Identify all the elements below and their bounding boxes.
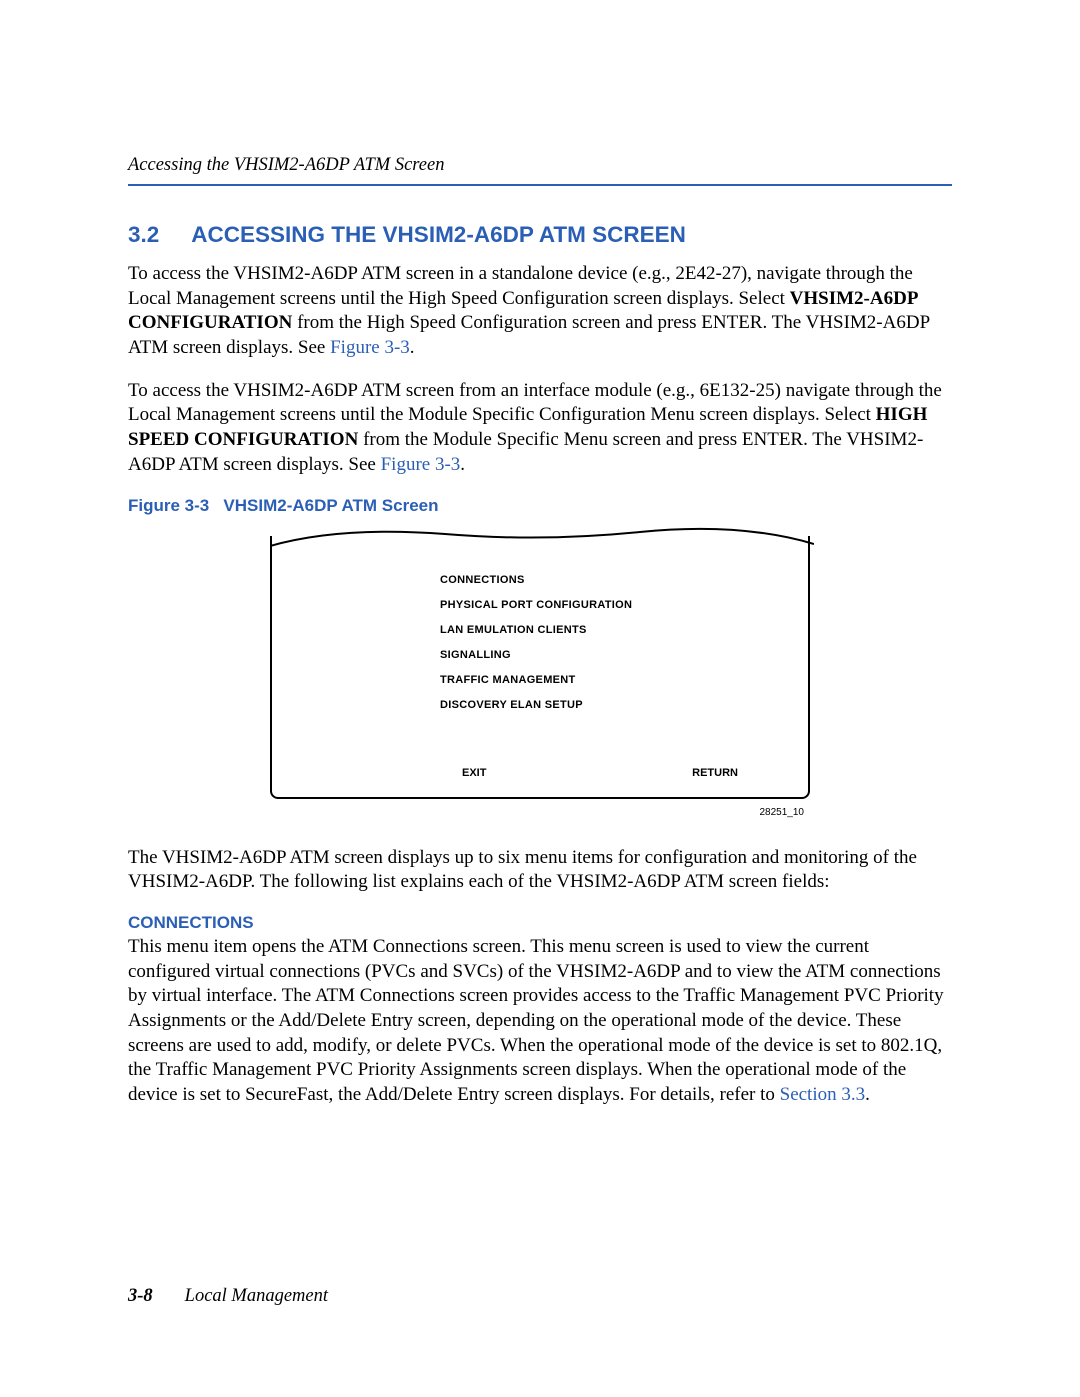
paragraph-2: To access the VHSIM2-A6DP ATM screen fro… <box>128 379 952 478</box>
figure-caption: Figure 3-3 VHSIM2-A6DP ATM Screen <box>128 496 952 516</box>
paragraph-2-part-c: . <box>460 454 465 475</box>
screen-return-label: RETURN <box>692 767 738 779</box>
screen-bottom-row: EXIT RETURN <box>272 767 808 779</box>
menu-item-lan-emulation: LAN EMULATION CLIENTS <box>440 624 808 636</box>
screen-menu: CONNECTIONS PHYSICAL PORT CONFIGURATION … <box>272 574 808 711</box>
screen-exit-label: EXIT <box>462 767 486 779</box>
menu-item-signalling: SIGNALLING <box>440 649 808 661</box>
section-title: ACCESSING THE VHSIM2-A6DP ATM SCREEN <box>191 222 686 247</box>
paragraph-2-part-a: To access the VHSIM2-A6DP ATM screen fro… <box>128 380 942 426</box>
connections-body-b: . <box>865 1084 870 1105</box>
connections-body-a: This menu item opens the ATM Connections… <box>128 936 944 1105</box>
figure-id: 28251_10 <box>270 807 810 818</box>
screen-top-edge-icon <box>270 522 814 550</box>
screen-box: CONNECTIONS PHYSICAL PORT CONFIGURATION … <box>270 536 810 799</box>
section-heading: 3.2 ACCESSING THE VHSIM2-A6DP ATM SCREEN <box>128 222 952 248</box>
page-number: 3-8 <box>128 1286 153 1306</box>
paragraph-1-part-c: . <box>410 337 415 358</box>
menu-item-physical-port: PHYSICAL PORT CONFIGURATION <box>440 599 808 611</box>
menu-item-discovery-elan: DISCOVERY ELAN SETUP <box>440 699 808 711</box>
paragraph-3: The VHSIM2-A6DP ATM screen displays up t… <box>128 846 952 895</box>
figure-caption-label: Figure 3-3 <box>128 496 209 515</box>
section-link[interactable]: Section 3.3 <box>780 1084 866 1105</box>
figure-caption-title: VHSIM2-A6DP ATM Screen <box>223 496 438 515</box>
page-footer: 3-8 Local Management <box>128 1286 328 1307</box>
menu-item-connections: CONNECTIONS <box>440 574 808 586</box>
footer-doc-title: Local Management <box>185 1286 328 1306</box>
connections-heading: CONNECTIONS <box>128 913 952 933</box>
figure-link-1[interactable]: Figure 3-3 <box>330 337 410 358</box>
figure-link-2[interactable]: Figure 3-3 <box>381 454 461 475</box>
connections-paragraph: This menu item opens the ATM Connections… <box>128 935 952 1108</box>
paragraph-1: To access the VHSIM2-A6DP ATM screen in … <box>128 262 952 361</box>
running-header: Accessing the VHSIM2-A6DP ATM Screen <box>128 155 952 186</box>
menu-item-traffic-management: TRAFFIC MANAGEMENT <box>440 674 808 686</box>
figure-screen: CONNECTIONS PHYSICAL PORT CONFIGURATION … <box>128 536 952 818</box>
section-number: 3.2 <box>128 222 159 247</box>
